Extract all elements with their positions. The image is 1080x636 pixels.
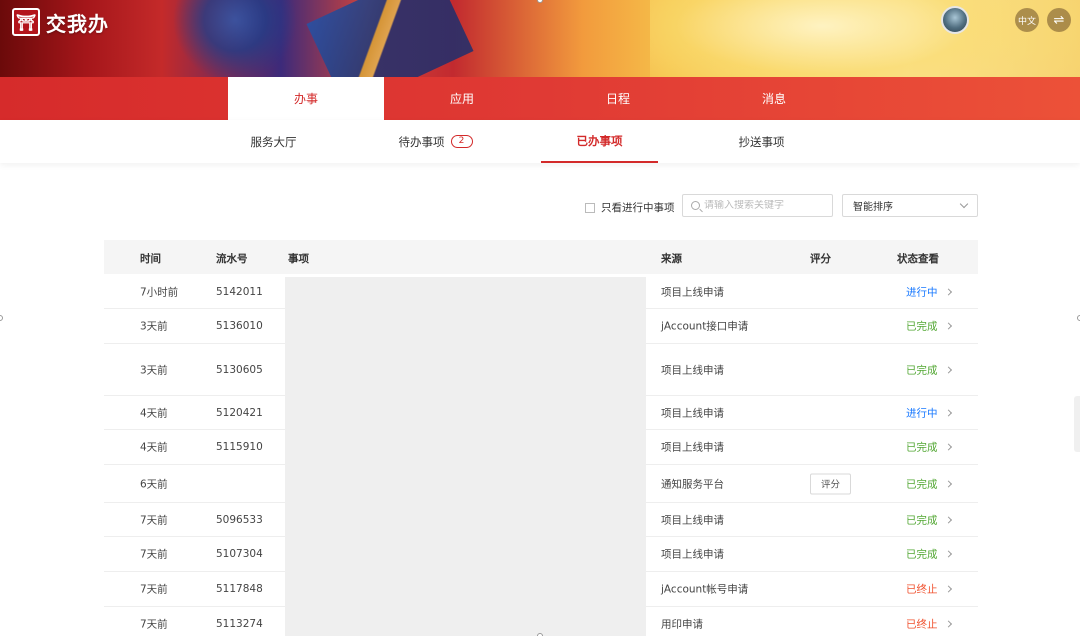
row-time: 6天前: [140, 478, 168, 490]
subtab-service-hall[interactable]: 服务大厅: [215, 120, 332, 163]
banner-decoration: [170, 0, 300, 77]
row-source: 通知服务平台: [661, 478, 724, 490]
chevron-down-icon: [959, 199, 969, 209]
search-icon: [691, 201, 700, 210]
col-source: 来源: [661, 253, 682, 265]
row-serial: 5096533: [216, 513, 263, 526]
tab-xiaoxi[interactable]: 消息: [696, 77, 852, 120]
row-source: 项目上线申请: [661, 407, 724, 419]
tab-yingyong[interactable]: 应用: [384, 77, 540, 120]
chevron-right-icon[interactable]: [944, 515, 953, 524]
row-status[interactable]: 进行中: [906, 284, 938, 299]
only-in-progress-label: 只看进行中事项: [601, 202, 675, 214]
row-serial: 5120421: [216, 406, 263, 419]
search-box[interactable]: [682, 194, 833, 217]
todo-count-badge: 2: [450, 135, 473, 148]
row-status[interactable]: 已终止: [906, 616, 938, 631]
subtab-label: 待办事项: [398, 134, 445, 149]
sort-label: 智能排序: [853, 202, 893, 213]
sort-select[interactable]: 智能排序: [842, 194, 978, 217]
row-time: 4天前: [140, 407, 168, 419]
row-serial: 5107304: [216, 548, 263, 560]
row-source: 用印申请: [661, 618, 703, 630]
item-column-redacted: [285, 277, 646, 636]
chevron-right-icon[interactable]: [944, 479, 953, 488]
row-source: jAccount接口申请: [661, 320, 749, 333]
row-source: 项目上线申请: [661, 548, 724, 561]
logo-gate-icon: ⛩: [12, 8, 40, 36]
chevron-right-icon[interactable]: [944, 443, 953, 451]
col-rating: 评分: [810, 253, 831, 265]
chevron-right-icon[interactable]: [944, 287, 953, 296]
tab-banshi[interactable]: 办事: [228, 77, 384, 120]
row-serial: 5130605: [216, 363, 263, 376]
switch-icon[interactable]: ⇌: [1047, 8, 1071, 32]
row-serial: 5113274: [216, 617, 263, 630]
row-source: 项目上线申请: [661, 286, 724, 298]
row-time: 3天前: [140, 320, 168, 333]
edge-handle: [0, 315, 3, 321]
col-status: 状态查看: [897, 253, 939, 265]
row-status[interactable]: 已完成: [906, 440, 938, 455]
chevron-right-icon[interactable]: [944, 619, 953, 628]
row-time: 7小时前: [140, 286, 179, 298]
row-source: 项目上线申请: [661, 441, 724, 454]
chevron-right-icon[interactable]: [944, 550, 953, 558]
row-source: 项目上线申请: [661, 364, 724, 376]
banner-decoration: [650, 0, 1080, 77]
row-serial: 5115910: [216, 441, 263, 453]
tab-richeng[interactable]: 日程: [540, 77, 696, 120]
subtab-label: 抄送事项: [738, 134, 785, 149]
only-in-progress-checkbox[interactable]: [585, 202, 595, 213]
row-serial: 5142011: [216, 285, 263, 298]
banner-decoration: [306, 0, 474, 77]
chevron-right-icon[interactable]: [944, 408, 953, 417]
header-banner: ⛩ 交我办 中文 ⇌: [0, 0, 1080, 77]
logo-text: 交我办: [46, 11, 109, 36]
row-serial: 5136010: [216, 320, 263, 332]
row-time: 3天前: [140, 364, 168, 376]
subtab-done[interactable]: 已办事项: [541, 120, 658, 163]
row-time: 7天前: [140, 514, 168, 526]
only-in-progress-filter[interactable]: 只看进行中事项: [585, 200, 675, 215]
language-button[interactable]: 中文: [1015, 8, 1039, 32]
row-source: jAccount帐号申请: [661, 583, 749, 596]
row-time: 4天前: [140, 441, 168, 454]
side-drawer-handle[interactable]: [1074, 396, 1080, 452]
col-serial: 流水号: [216, 253, 248, 265]
chevron-right-icon[interactable]: [944, 585, 953, 593]
user-avatar[interactable]: [941, 6, 969, 34]
row-source: 项目上线申请: [661, 514, 724, 526]
subtab-label: 服务大厅: [250, 134, 297, 149]
search-input[interactable]: [704, 200, 824, 211]
table-header: 时间 流水号 事项 来源 评分 状态查看: [104, 240, 978, 274]
row-status[interactable]: 已完成: [906, 319, 938, 334]
app-logo[interactable]: ⛩ 交我办: [12, 8, 109, 36]
chevron-right-icon[interactable]: [944, 322, 953, 330]
subtab-todo[interactable]: 待办事项 2: [377, 120, 494, 163]
subtab-label: 已办事项: [576, 133, 623, 148]
row-status[interactable]: 已完成: [906, 362, 938, 377]
rate-button[interactable]: 评分: [810, 473, 851, 494]
sub-nav: 服务大厅 待办事项 2 已办事项 抄送事项: [0, 120, 1080, 163]
col-time: 时间: [140, 253, 161, 265]
row-status[interactable]: 已完成: [906, 512, 938, 527]
main-nav: 办事 应用 日程 消息: [0, 77, 1080, 120]
chevron-right-icon[interactable]: [944, 365, 953, 374]
col-item: 事项: [288, 253, 309, 265]
row-status[interactable]: 已终止: [906, 582, 938, 597]
row-serial: 5117848: [216, 583, 263, 595]
row-time: 7天前: [140, 583, 168, 596]
row-time: 7天前: [140, 618, 168, 630]
row-status[interactable]: 已完成: [906, 547, 938, 562]
row-time: 7天前: [140, 548, 168, 561]
subtab-cc[interactable]: 抄送事项: [703, 120, 820, 163]
row-status[interactable]: 进行中: [906, 405, 938, 420]
row-status[interactable]: 已完成: [906, 476, 938, 491]
